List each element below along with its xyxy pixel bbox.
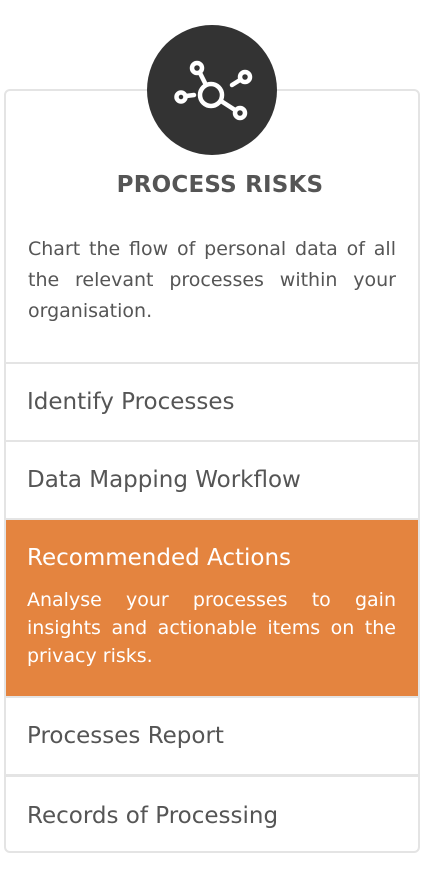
card-description: Chart the flow of personal data of all t… — [28, 238, 396, 322]
menu-item-label: Recommended Actions — [27, 545, 292, 571]
menu-item-label: Identify Processes — [27, 389, 235, 415]
menu-item-processes-report[interactable]: Processes Report — [6, 698, 418, 774]
process-network-icon — [147, 25, 277, 155]
card-title: PROCESS RISKS — [116, 172, 324, 198]
menu-item-records-of-processing[interactable]: Records of Processing — [6, 777, 418, 853]
menu-item-label: Data Mapping Workflow — [27, 467, 301, 493]
menu-item-label: Records of Processing — [27, 803, 279, 829]
menu-item-data-mapping-workflow[interactable]: Data Mapping Workflow — [6, 442, 418, 518]
menu-item-description: Analyse your processes to gain insights … — [27, 589, 396, 667]
menu-item-label: Processes Report — [27, 723, 224, 749]
menu-item-identify-processes[interactable]: Identify Processes — [6, 364, 418, 440]
menu-item-recommended-actions[interactable]: Recommended Actions Analyse your process… — [6, 520, 418, 696]
